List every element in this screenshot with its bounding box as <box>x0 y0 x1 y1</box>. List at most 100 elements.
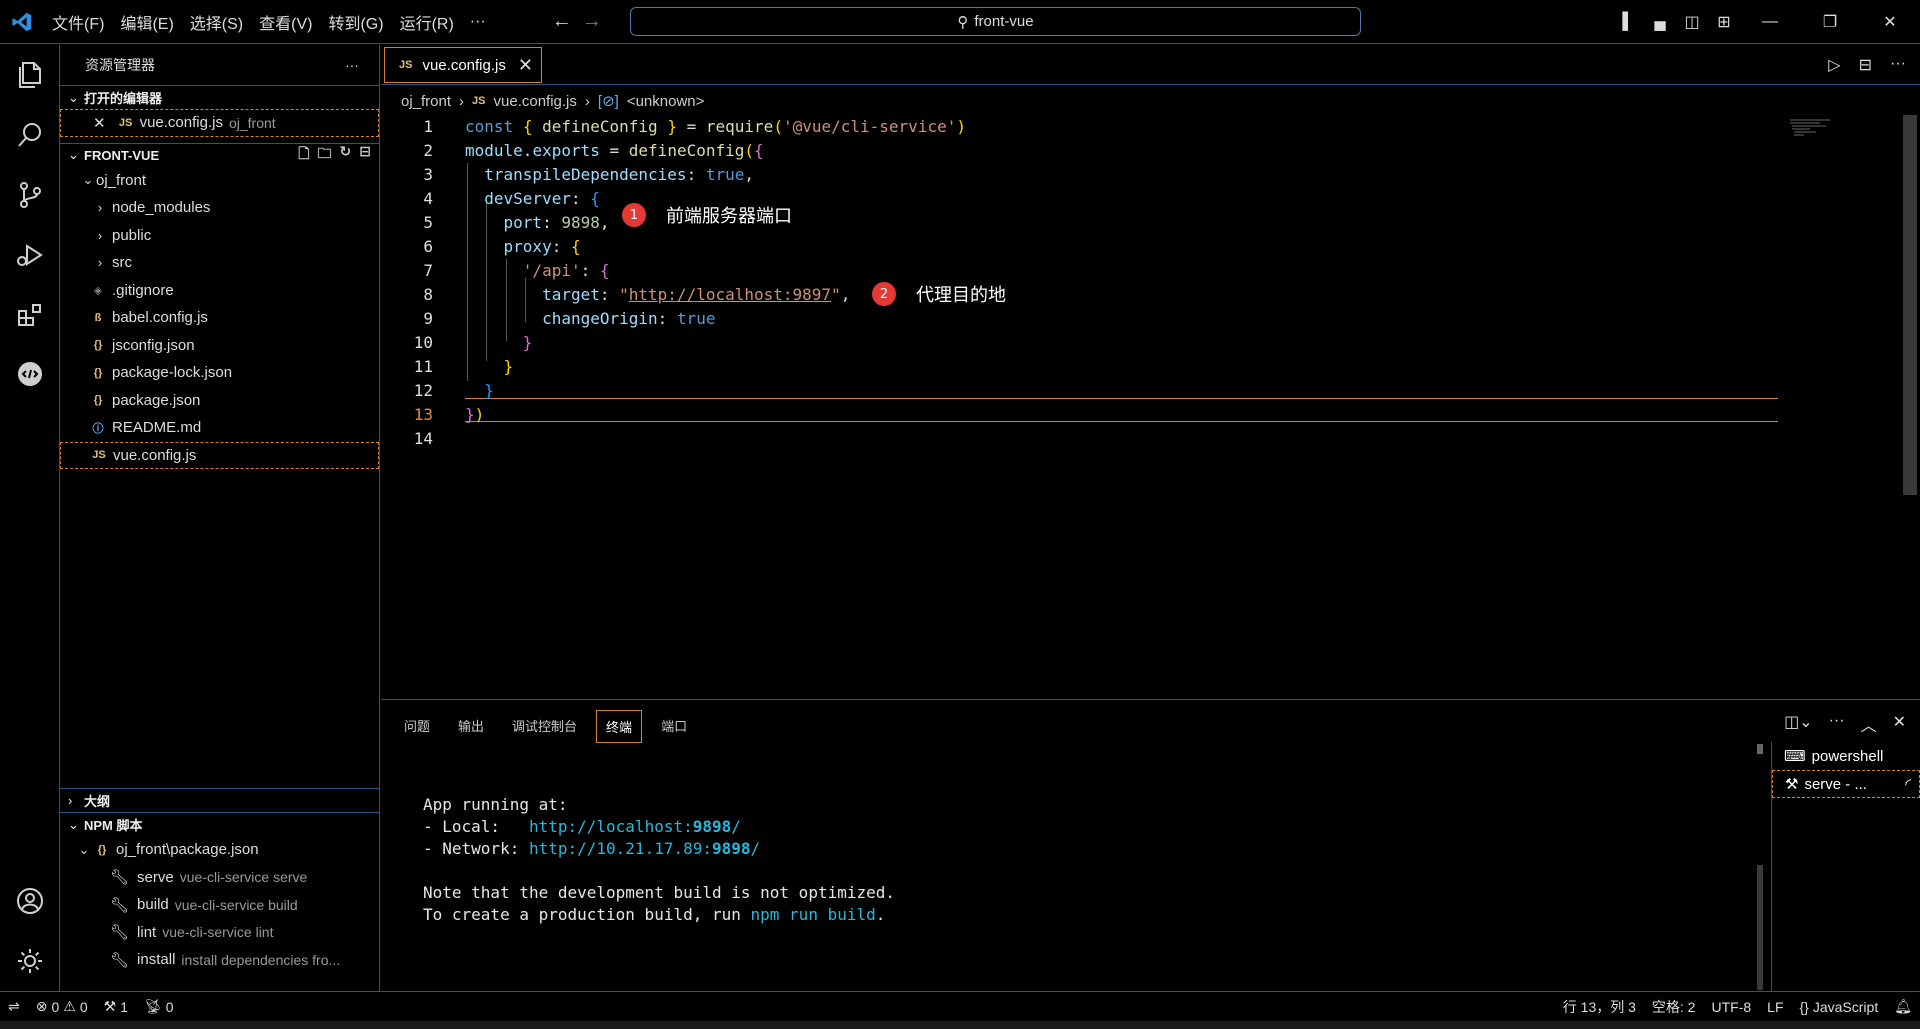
menu-go[interactable]: 转到(G) <box>320 10 391 34</box>
line-number: 6 <box>423 237 433 256</box>
source-control-icon[interactable] <box>0 165 60 225</box>
tab-terminal[interactable]: 终端 <box>596 710 643 743</box>
breadcrumb-symbol[interactable]: <unknown> <box>627 93 705 110</box>
code-line: transpileDependencies: true, <box>484 165 754 184</box>
more-actions-icon[interactable]: ··· <box>1829 712 1845 736</box>
menu-file[interactable]: 文件(F) <box>44 10 112 34</box>
extensions-icon[interactable] <box>0 285 60 345</box>
tree-item-label: public <box>112 226 152 244</box>
split-terminal-icon[interactable]: ◫⌄ <box>1784 712 1813 736</box>
tab-ports[interactable]: 端口 <box>652 710 696 743</box>
json-icon: {} <box>93 366 103 379</box>
close-panel-icon[interactable]: ✕ <box>1893 712 1906 736</box>
end-of-line[interactable]: LF <box>1759 999 1791 1015</box>
new-file-icon[interactable]: 🗋 <box>298 143 309 167</box>
tree-item[interactable]: › src <box>60 249 379 277</box>
tab-debug-console[interactable]: 调试控制台 <box>503 710 586 743</box>
breadcrumb-folder[interactable]: oj_front <box>401 93 451 110</box>
menu-selection[interactable]: 选择(S) <box>182 10 251 34</box>
tree-item[interactable]: › public <box>60 222 379 250</box>
minimize-icon[interactable]: — <box>1740 13 1800 31</box>
tree-item[interactable]: {} jsconfig.json <box>60 332 379 360</box>
close-editor-icon[interactable]: ✕ <box>93 114 106 132</box>
menu-more[interactable]: ··· <box>462 13 494 31</box>
tree-item[interactable]: {} package.json <box>60 387 379 415</box>
command-center-search[interactable]: ⚲ front-vue <box>630 7 1361 36</box>
tree-item[interactable]: ß babel.config.js <box>60 304 379 332</box>
menu-bar: 文件(F) 编辑(E) 选择(S) 查看(V) 转到(G) 运行(R) ··· <box>44 0 494 44</box>
language-mode[interactable]: {} JavaScript <box>1792 999 1887 1015</box>
problems-indicator[interactable]: ⊗ 0 ⚠ 0 <box>28 998 96 1015</box>
npm-script-build[interactable]: 🔧︎ build vue-cli-service build <box>60 891 379 919</box>
terminal-scrollbar-thumb[interactable] <box>1757 744 1763 754</box>
terminal-scrollbar[interactable] <box>1757 865 1763 990</box>
maximize-panel-icon[interactable]: ︿ <box>1861 712 1877 736</box>
close-window-icon[interactable]: ✕ <box>1860 12 1920 32</box>
tree-item-label: package.json <box>112 391 201 409</box>
tab-problems[interactable]: 问题 <box>395 710 439 743</box>
run-icon[interactable]: ▷ <box>1828 55 1840 75</box>
more-actions-icon[interactable]: ··· <box>1890 55 1906 75</box>
open-editor-item[interactable]: ✕ JS vue.config.js oj_front <box>60 109 379 137</box>
tools-icon: ⚒ <box>1785 776 1799 793</box>
js-file-icon: JS <box>399 59 413 71</box>
breadcrumb-file[interactable]: vue.config.js <box>494 93 577 110</box>
settings-gear-icon[interactable] <box>0 931 60 991</box>
explorer-icon[interactable] <box>0 45 60 105</box>
restore-icon[interactable]: ❐ <box>1800 12 1860 32</box>
run-debug-icon[interactable] <box>0 225 60 285</box>
tab-label: vue.config.js <box>422 56 506 74</box>
close-tab-icon[interactable]: ✕ <box>518 55 533 76</box>
editor-scrollbar[interactable] <box>1903 115 1917 495</box>
remote-indicator-icon[interactable]: ⇌ <box>0 998 28 1015</box>
line-number: 5 <box>423 213 433 232</box>
npm-script-install[interactable]: 🔧︎ install install dependencies fro... <box>60 946 379 974</box>
refresh-icon[interactable]: ↻ <box>340 143 352 167</box>
toggle-panel-icon[interactable]: ▄ <box>1644 13 1676 31</box>
notifications-bell-icon[interactable]: 🔔︎ <box>1886 998 1920 1015</box>
npm-script-lint[interactable]: 🔧︎ lint vue-cli-service lint <box>60 919 379 947</box>
terminal-name: powershell <box>1811 747 1884 765</box>
tree-item[interactable]: ◈ .gitignore <box>60 277 379 305</box>
npm-script-serve[interactable]: 🔧︎ serve vue-cli-service serve <box>60 864 379 892</box>
front-vue-header[interactable]: ⌄ FRONT-VUE 🗋 🗀 ↻ ⊟ <box>60 142 379 167</box>
tree-item[interactable]: › node_modules <box>60 194 379 222</box>
terminal-output[interactable]: App running at: - Local: http://localhost… <box>423 794 895 926</box>
split-editor-icon[interactable]: ⊟ <box>1859 55 1872 75</box>
ports-indicator[interactable]: 📡︎ 0 <box>136 998 182 1015</box>
menu-view[interactable]: 查看(V) <box>251 10 320 34</box>
tasks-indicator[interactable]: ⚒ 1 <box>96 998 136 1015</box>
tree-item[interactable]: {} package-lock.json <box>60 359 379 387</box>
menu-run[interactable]: 运行(R) <box>392 10 462 34</box>
tab-output[interactable]: 输出 <box>449 710 493 743</box>
encoding[interactable]: UTF-8 <box>1703 999 1759 1015</box>
annotation-text: 前端服务器端口 <box>666 206 792 227</box>
collapse-all-icon[interactable]: ⊟ <box>359 143 371 167</box>
code-editor[interactable]: 1 2 3 4 5 6 7 8 9 10 11 12 13 14 const {… <box>381 115 1901 695</box>
line-number: 12 <box>413 381 433 400</box>
terminal-powershell[interactable]: ⌨ powershell <box>1772 742 1920 770</box>
npm-scripts-header[interactable]: ⌄ NPM 脚本 <box>60 812 379 836</box>
more-actions-icon[interactable]: ··· <box>345 57 359 73</box>
terminal-serve[interactable]: ⚒ serve - ... ◜ <box>1772 770 1920 798</box>
tree-item[interactable]: ⓘ README.md <box>60 414 379 442</box>
toggle-primary-sidebar-icon[interactable]: ▌ <box>1612 13 1644 31</box>
outline-header[interactable]: › 大纲 <box>60 788 379 812</box>
forward-arrow-icon[interactable]: → <box>582 10 602 33</box>
toggle-secondary-sidebar-icon[interactable]: ◫ <box>1676 12 1708 32</box>
indentation[interactable]: 空格: 2 <box>1644 997 1704 1017</box>
cursor-position[interactable]: 行 13，列 3 <box>1555 997 1644 1017</box>
accounts-icon[interactable] <box>0 871 60 931</box>
back-arrow-icon[interactable]: ← <box>552 10 572 33</box>
menu-edit[interactable]: 编辑(E) <box>112 10 181 34</box>
tree-folder-oj-front[interactable]: ⌄ oj_front <box>60 167 379 195</box>
tab-vue-config[interactable]: JS vue.config.js ✕ <box>384 47 542 83</box>
minimap[interactable] <box>1790 118 1840 138</box>
open-editors-header[interactable]: ⌄ 打开的编辑器 <box>60 85 379 109</box>
copilot-chat-icon[interactable] <box>0 345 60 405</box>
npm-package[interactable]: ⌄ {} oj_front\package.json <box>60 836 379 864</box>
customize-layout-icon[interactable]: ⊞ <box>1708 12 1740 32</box>
new-folder-icon[interactable]: 🗀 <box>318 143 332 167</box>
search-view-icon[interactable] <box>0 105 60 165</box>
tree-item-selected[interactable]: JS vue.config.js <box>60 441 379 469</box>
